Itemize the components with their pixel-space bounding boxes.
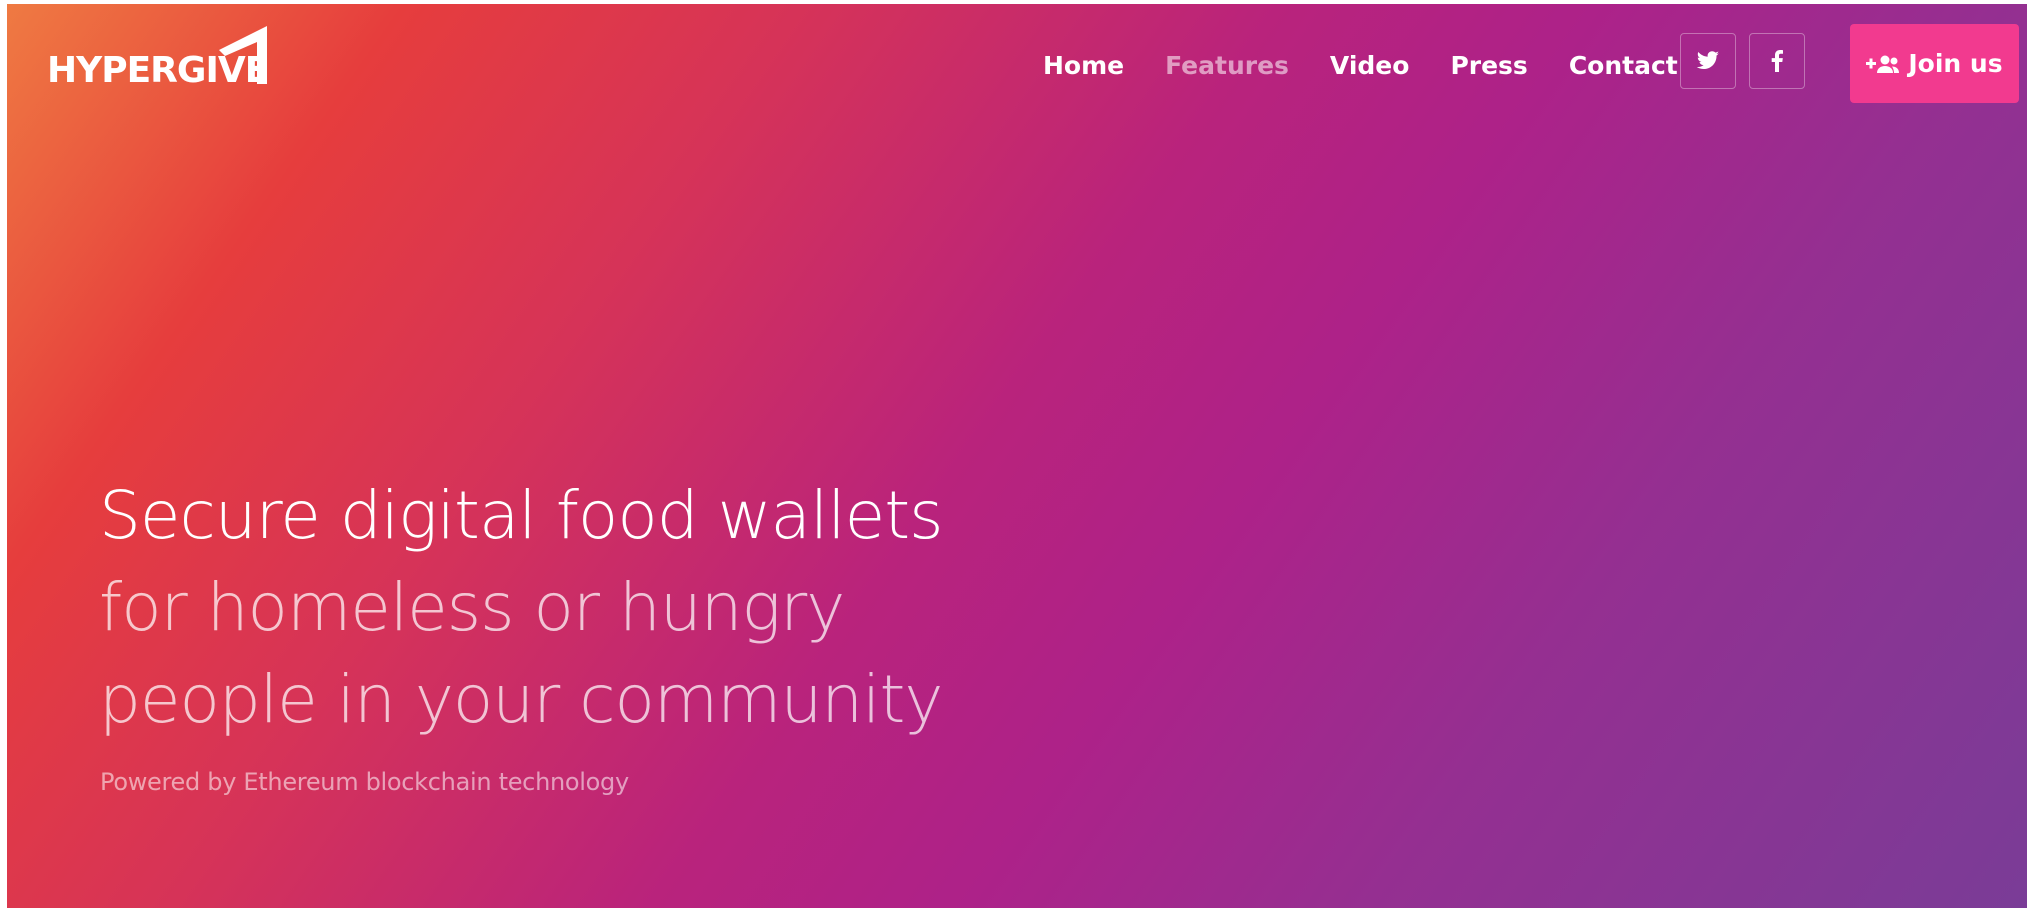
headline-line-2: for homeless or hungry [99, 569, 845, 646]
nav-contact[interactable]: Contact [1569, 46, 1678, 86]
facebook-button[interactable] [1749, 33, 1805, 89]
paper-plane-icon [219, 26, 267, 84]
nav-features[interactable]: Features [1165, 46, 1289, 86]
hero-subline: Powered by Ethereum blockchain technolog… [100, 768, 629, 796]
main-nav: Home Features Video Press Contact [1043, 46, 1719, 86]
nav-home[interactable]: Home [1043, 46, 1124, 86]
headline-line-3: people in your community [99, 661, 943, 738]
hero-section: HYPERGIVE Home Features Video Press Cont… [7, 4, 2027, 908]
brand-logo[interactable]: HYPERGIVE [47, 20, 307, 100]
facebook-icon [1771, 50, 1783, 72]
join-us-label: Join us [1908, 49, 2003, 78]
hero-headline: Secure digital food wallets for homeless… [99, 470, 944, 746]
headline-line-1: Secure digital food wallets [99, 477, 944, 554]
twitter-button[interactable] [1680, 33, 1736, 89]
twitter-icon [1696, 51, 1719, 69]
nav-press[interactable]: Press [1450, 46, 1527, 86]
nav-video[interactable]: Video [1330, 46, 1410, 86]
add-user-icon [1866, 55, 1900, 73]
join-us-button[interactable]: Join us [1850, 24, 2019, 103]
